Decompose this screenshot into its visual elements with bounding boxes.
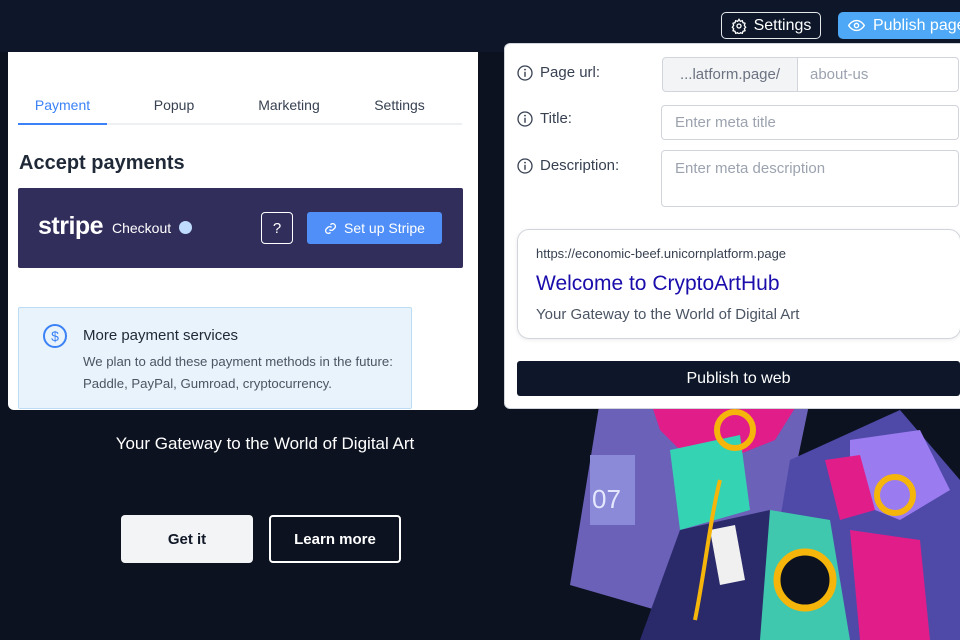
eye-icon — [848, 19, 865, 32]
hero-artwork: 07 — [560, 400, 960, 640]
search-preview-card: https://economic-beef.unicornplatform.pa… — [517, 229, 960, 339]
dollar-icon: $ — [43, 324, 67, 348]
setup-stripe-label: Set up Stripe — [344, 220, 425, 236]
preview-url: https://economic-beef.unicornplatform.pa… — [536, 246, 787, 261]
page-settings-popover: Page url: ...latform.page/ about-us Titl… — [504, 43, 960, 409]
publish-page-button[interactable]: Publish page — [838, 12, 960, 39]
artwork-number: 07 — [592, 484, 621, 514]
meta-title-input[interactable]: Enter meta title — [661, 105, 959, 140]
tab-payment[interactable]: Payment — [18, 92, 107, 125]
learn-more-button[interactable]: Learn more — [269, 515, 401, 563]
preview-description: Your Gateway to the World of Digital Art — [536, 306, 800, 323]
more-services-title: More payment services — [83, 327, 239, 344]
page-url-row-label: Page url: — [517, 64, 600, 81]
gear-icon — [731, 17, 747, 34]
description-row-label: Description: — [517, 157, 619, 174]
meta-description-input[interactable]: Enter meta description — [661, 150, 959, 207]
settings-button[interactable]: Settings — [721, 12, 821, 39]
preview-title: Welcome to CryptoArtHub — [536, 272, 780, 295]
link-icon — [325, 222, 337, 234]
title-label: Title: — [540, 110, 572, 127]
stripe-checkout-card: stripe Checkout ? Set up Stripe — [18, 188, 463, 268]
panel-tabs: Payment Popup Marketing Settings — [18, 92, 462, 125]
tab-settings[interactable]: Settings — [337, 92, 462, 125]
page-url-label: Page url: — [540, 64, 601, 81]
url-prefix: ...latform.page/ — [662, 57, 798, 92]
info-icon — [517, 157, 533, 174]
url-slug-input[interactable]: about-us — [797, 57, 959, 92]
title-row-label: Title: — [517, 110, 572, 127]
settings-button-label: Settings — [753, 16, 812, 34]
more-payment-services-notice: $ More payment services We plan to add t… — [18, 307, 412, 409]
globe-icon — [179, 221, 192, 234]
more-services-description: We plan to add these payment methods in … — [83, 354, 393, 391]
accept-payments-heading: Accept payments — [19, 152, 185, 174]
tab-popup[interactable]: Popup — [107, 92, 241, 125]
info-icon — [517, 110, 533, 127]
stripe-logo: stripe — [38, 212, 104, 240]
tab-marketing[interactable]: Marketing — [241, 92, 337, 125]
description-label: Description: — [540, 157, 620, 174]
payment-panel: Payment Popup Marketing Settings Accept … — [8, 52, 478, 410]
svg-text:$: $ — [51, 328, 59, 344]
stripe-help-button[interactable]: ? — [261, 212, 293, 244]
setup-stripe-button[interactable]: Set up Stripe — [307, 212, 442, 244]
hero-subtitle: Your Gateway to the World of Digital Art — [115, 434, 415, 453]
publish-page-label: Publish page — [873, 16, 960, 34]
stripe-checkout-label: Checkout — [112, 220, 172, 236]
info-icon — [517, 64, 533, 81]
publish-to-web-button[interactable]: Publish to web — [517, 361, 960, 396]
get-it-button[interactable]: Get it — [121, 515, 253, 563]
